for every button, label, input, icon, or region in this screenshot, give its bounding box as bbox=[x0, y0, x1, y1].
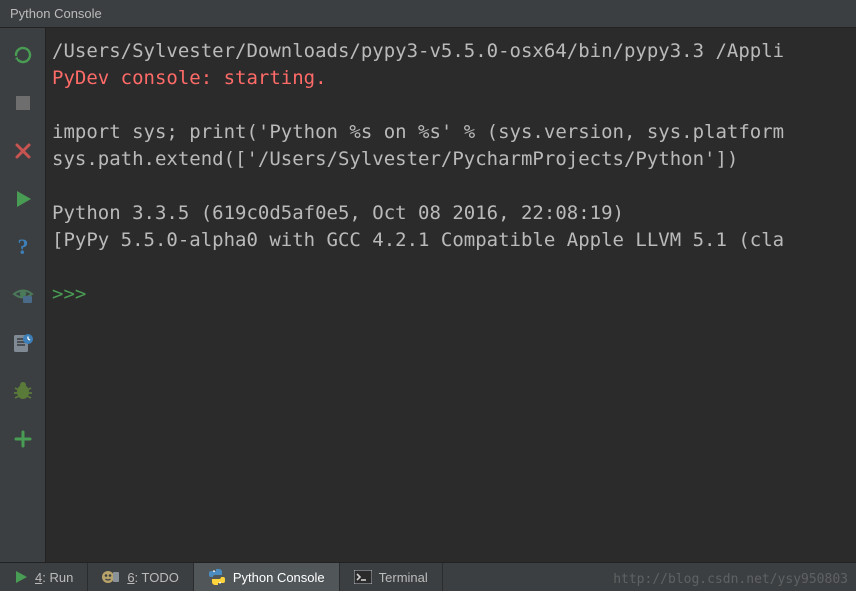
history-icon bbox=[12, 332, 34, 354]
tab-label: Terminal bbox=[379, 570, 428, 585]
console-line: import sys; print('Python %s on %s' % (s… bbox=[52, 121, 784, 143]
stop-button[interactable] bbox=[8, 88, 38, 118]
tool-tab-run[interactable]: 4: Run bbox=[0, 563, 88, 591]
debug-button[interactable] bbox=[8, 376, 38, 406]
tool-tab-python-console[interactable]: Python Console bbox=[194, 563, 340, 591]
console-output[interactable]: /Users/Sylvester/Downloads/pypy3-v5.5.0-… bbox=[46, 28, 856, 562]
console-title: Python Console bbox=[10, 6, 102, 21]
history-button[interactable] bbox=[8, 328, 38, 358]
console-prompt: >>> bbox=[52, 283, 86, 305]
close-icon bbox=[14, 142, 32, 160]
show-vars-button[interactable] bbox=[8, 280, 38, 310]
python-icon bbox=[208, 568, 226, 586]
tab-label: 4: Run bbox=[35, 570, 73, 585]
tab-label: 6: TODO bbox=[127, 570, 179, 585]
run-icon bbox=[13, 189, 33, 209]
console-line: [PyPy 5.5.0-alpha0 with GCC 4.2.1 Compat… bbox=[52, 229, 784, 251]
rerun-button[interactable] bbox=[8, 40, 38, 70]
svg-text:?: ? bbox=[17, 236, 28, 258]
tool-tab-terminal[interactable]: Terminal bbox=[340, 563, 443, 591]
todo-icon bbox=[102, 569, 120, 585]
console-line: /Users/Sylvester/Downloads/pypy3-v5.5.0-… bbox=[52, 40, 784, 62]
help-button[interactable]: ? bbox=[8, 232, 38, 262]
run-icon bbox=[14, 570, 28, 584]
console-line: Python 3.3.5 (619c0d5af0e5, Oct 08 2016,… bbox=[52, 202, 624, 224]
stop-icon bbox=[14, 94, 32, 112]
rerun-icon bbox=[13, 45, 33, 65]
show-vars-icon bbox=[12, 285, 34, 305]
run-button[interactable] bbox=[8, 184, 38, 214]
add-icon bbox=[13, 429, 33, 449]
tool-window-bar: 4: Run 6: TODO Python Console Terminal bbox=[0, 562, 856, 591]
help-icon: ? bbox=[13, 236, 33, 258]
console-toolbar: ? bbox=[0, 28, 46, 562]
close-button[interactable] bbox=[8, 136, 38, 166]
console-line: PyDev console: starting. bbox=[52, 67, 327, 89]
add-button[interactable] bbox=[8, 424, 38, 454]
tool-tab-todo[interactable]: 6: TODO bbox=[88, 563, 194, 591]
tab-label: Python Console bbox=[233, 570, 325, 585]
console-line: sys.path.extend(['/Users/Sylvester/Pycha… bbox=[52, 148, 738, 170]
terminal-icon bbox=[354, 570, 372, 584]
debug-icon bbox=[12, 381, 34, 401]
body-area: ? bbox=[0, 28, 856, 562]
console-header: Python Console bbox=[0, 0, 856, 28]
